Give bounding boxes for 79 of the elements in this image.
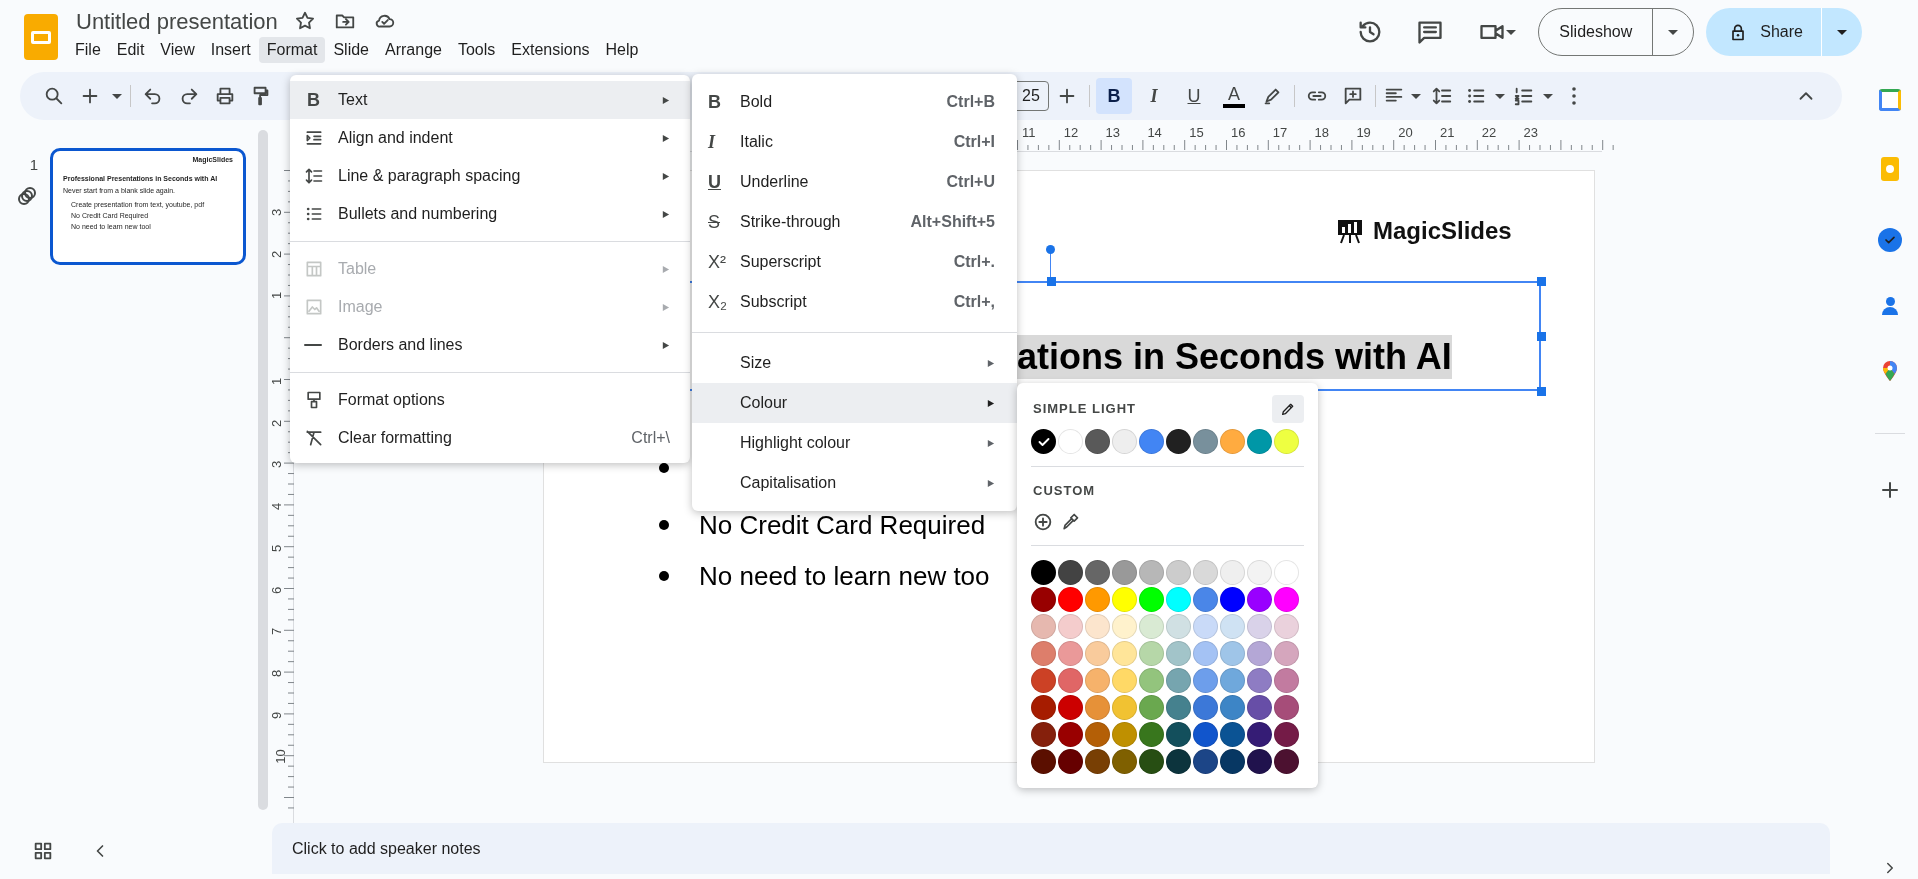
ruler-number: 16 [1231, 126, 1246, 139]
format-button[interactable]: U [1176, 78, 1212, 114]
menu-item[interactable]: B Text [290, 81, 690, 119]
ruler-number: 17 [1272, 126, 1288, 139]
ruler-number: 5 [270, 544, 284, 552]
section-label: CUSTOM [1032, 482, 1097, 500]
section-label: SIMPLE LIGHT [1032, 400, 1136, 419]
ruler-number: 12 [1063, 126, 1079, 139]
format-glyph-icon: S [708, 208, 720, 236]
ruler-number: 6 [270, 586, 284, 594]
shortcut-text: Ctrl+U [946, 172, 995, 192]
menu-item[interactable]: View [152, 37, 203, 63]
bullet-text: No need to learn new too [699, 560, 990, 592]
menu-item[interactable]: Clear formatting Ctrl+\ [290, 419, 690, 457]
shortcut-text: Ctrl+. [953, 252, 995, 272]
ruler-number: 20 [1398, 126, 1413, 139]
ruler-number: 18 [1314, 126, 1330, 139]
ruler-number: 8 [270, 669, 284, 677]
shortcut-text: Ctrl+, [953, 292, 995, 312]
menu-item[interactable]: Borders and lines [290, 326, 690, 364]
ruler-number: 19 [1356, 126, 1371, 139]
format-button[interactable]: I [1136, 78, 1172, 114]
format-button[interactable]: B [1096, 78, 1132, 114]
speaker-notes-placeholder[interactable]: Click to add speaker notes [292, 836, 481, 861]
menu-item[interactable]: Bullets and numbering [290, 195, 690, 233]
ruler-number: 1 [270, 377, 284, 386]
ruler-number: 2 [270, 419, 284, 427]
menu-item[interactable]: Slide [325, 37, 377, 63]
ruler-number: 13 [1105, 126, 1121, 139]
menu-item[interactable]: Help [597, 37, 647, 63]
menu-item[interactable]: Size [692, 343, 1017, 383]
shortcut-text: Ctrl+I [953, 132, 995, 152]
bullet-text: No Credit Card Required [699, 509, 986, 541]
ruler-number: 1 [270, 292, 284, 300]
format-glyph-icon: X₂ [708, 288, 727, 316]
menu-item[interactable]: I Italic Ctrl+I [692, 122, 1017, 162]
slide-title: ations in Seconds with AI [1017, 335, 1452, 379]
ruler-number: 7 [270, 628, 284, 636]
menu-item[interactable]: Capitalisation [692, 463, 1017, 503]
menu-item[interactable]: Format [258, 37, 326, 63]
menu-item[interactable]: U Underline Ctrl+U [692, 162, 1017, 202]
shortcut-text: Ctrl+B [946, 92, 995, 112]
ruler-number: 9 [270, 711, 284, 719]
menu-item[interactable]: X₂ Subscript Ctrl+, [692, 282, 1017, 322]
menu-item[interactable]: Line & paragraph spacing [290, 157, 690, 195]
menu-item[interactable]: Arrange [377, 37, 450, 63]
ruler-number: 14 [1147, 126, 1162, 139]
menu-item[interactable]: Format options [290, 381, 690, 419]
ruler-number: 2 [270, 250, 284, 258]
format-button[interactable]: A [1216, 78, 1252, 114]
ruler-number: 3 [270, 461, 284, 469]
menu-item[interactable]: Colour [692, 383, 1017, 423]
menu-item[interactable]: Align and indent [290, 119, 690, 157]
ruler-number: 23 [1523, 126, 1539, 139]
menu-item[interactable]: Tools [449, 37, 504, 63]
menu-item[interactable]: Extensions [503, 37, 598, 63]
ruler-number: 22 [1481, 126, 1497, 139]
format-glyph-icon: X² [708, 248, 726, 276]
logo-text: MagicSlides [1373, 216, 1512, 246]
format-glyph-icon: U [708, 168, 721, 196]
shortcut-text: Ctrl+\ [631, 428, 670, 448]
menu-item[interactable]: S Strike-through Alt+Shift+5 [692, 202, 1017, 242]
format-glyph-icon: I [708, 128, 715, 156]
ruler-number: 10 [273, 749, 287, 765]
ruler-number: 3 [270, 208, 284, 217]
ruler-number: 4 [270, 503, 284, 511]
menu-item[interactable]: File [67, 37, 109, 63]
document-title[interactable]: Untitled presentation [74, 4, 278, 38]
menu-item[interactable]: Highlight colour [692, 423, 1017, 463]
ruler-number: 15 [1189, 126, 1204, 139]
menu-item[interactable]: X² Superscript Ctrl+. [692, 242, 1017, 282]
bold-glyph-icon: B [307, 86, 320, 114]
shortcut-text: Alt+Shift+5 [910, 212, 995, 232]
menu-item[interactable]: Edit [108, 37, 153, 63]
menu-item[interactable]: Insert [202, 37, 259, 63]
format-glyph-icon: B [708, 88, 721, 116]
slide-number: 1 [29, 155, 39, 175]
ruler-number: 21 [1440, 126, 1455, 139]
ruler-number: 11 [1022, 126, 1036, 139]
